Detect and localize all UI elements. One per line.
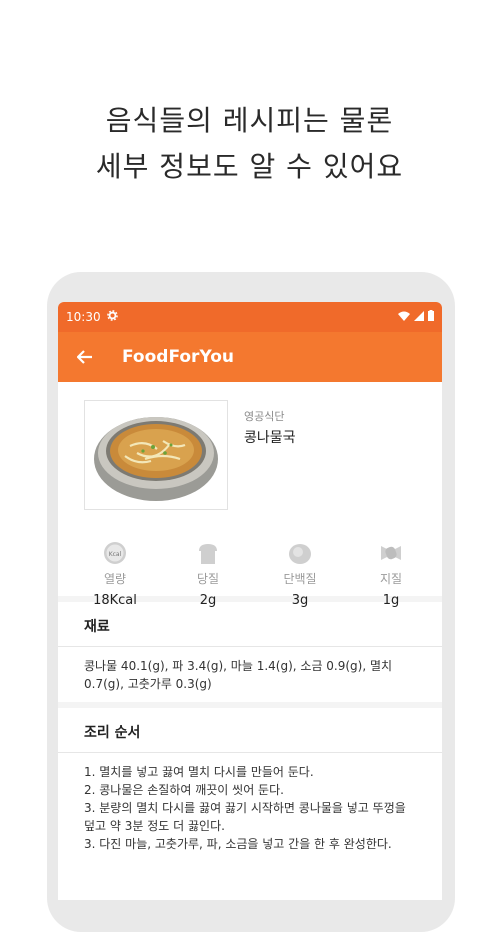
cooking-steps-card: 조리 순서 1. 멸치를 넣고 끓여 멸치 다시를 만들어 둔다. 2. 콩나물… [58, 708, 442, 900]
app-title: FoodForYou [122, 347, 234, 367]
ingredients-card: 재료 콩나물 40.1(g), 파 3.4(g), 마늘 1.4(g), 소금 … [58, 602, 442, 702]
status-bar: 10:30 [58, 302, 442, 332]
cooking-step: 3. 다진 마늘, 고춧가루, 파, 소금을 넣고 간을 한 후 완성한다. [84, 837, 392, 851]
signal-icon [414, 310, 424, 324]
status-time: 10:30 [66, 310, 101, 324]
food-category: 영공식단 [244, 410, 285, 423]
cooking-step: 3. 분량의 멸치 다시를 끓여 끓기 시작하면 콩나물을 넣고 뚜껑을 덮고 … [84, 801, 406, 833]
bread-icon [195, 540, 221, 566]
food-image [84, 400, 228, 510]
kcal-icon: Kcal [102, 540, 128, 566]
wifi-icon [398, 310, 410, 324]
nutrition-item-carbs: 당질 2g [173, 540, 243, 608]
app-bar: FoodForYou [58, 332, 442, 382]
candy-icon [378, 540, 404, 566]
nutrition-value: 18Kcal [93, 593, 137, 608]
nutrition-item-fat: 지질 1g [356, 540, 426, 608]
back-arrow-icon[interactable] [74, 346, 96, 368]
nutrition-label: 당질 [196, 572, 220, 586]
headline-line-1: 음식들의 레시피는 물론 [105, 104, 394, 137]
cooking-steps-title: 조리 순서 [58, 708, 442, 753]
cooking-steps-list: 1. 멸치를 넣고 끓여 멸치 다시를 만들어 둔다. 2. 콩나물은 손질하여… [58, 753, 442, 863]
headline-line-2: 세부 정보도 알 수 있어요 [95, 150, 404, 183]
cooking-step: 2. 콩나물은 손질하여 깨끗이 씻어 둔다. [84, 783, 284, 797]
nutrition-value: 1g [382, 593, 400, 608]
battery-icon [428, 310, 434, 324]
nutrition-label: 열량 [103, 572, 127, 586]
nutrition-label: 지질 [379, 572, 403, 586]
settings-gear-icon [106, 310, 118, 324]
nutrition-item-protein: 단백질 3g [265, 540, 335, 608]
svg-text:Kcal: Kcal [109, 551, 122, 558]
food-name: 콩나물국 [244, 430, 296, 446]
ingredients-title: 재료 [58, 602, 442, 647]
nutrition-item-calories: Kcal 열량 18Kcal [80, 540, 150, 608]
ingredients-text: 콩나물 40.1(g), 파 3.4(g), 마늘 1.4(g), 소금 0.9… [84, 659, 393, 691]
cooking-step: 1. 멸치를 넣고 끓여 멸치 다시를 만들어 둔다. [84, 765, 314, 779]
food-summary-card: 영공식단 콩나물국 Kcal 열량 18Kcal 당질 2g 단백질 3g 지질… [58, 382, 442, 608]
nutrition-value: 2g [199, 593, 217, 608]
nutrition-value: 3g [291, 593, 309, 608]
egg-icon [287, 540, 313, 566]
app-screen: 10:30 FoodForYou 영공식단 콩나물국 Kcal 열량 18Kca… [58, 302, 442, 900]
nutrition-label: 단백질 [283, 572, 317, 586]
